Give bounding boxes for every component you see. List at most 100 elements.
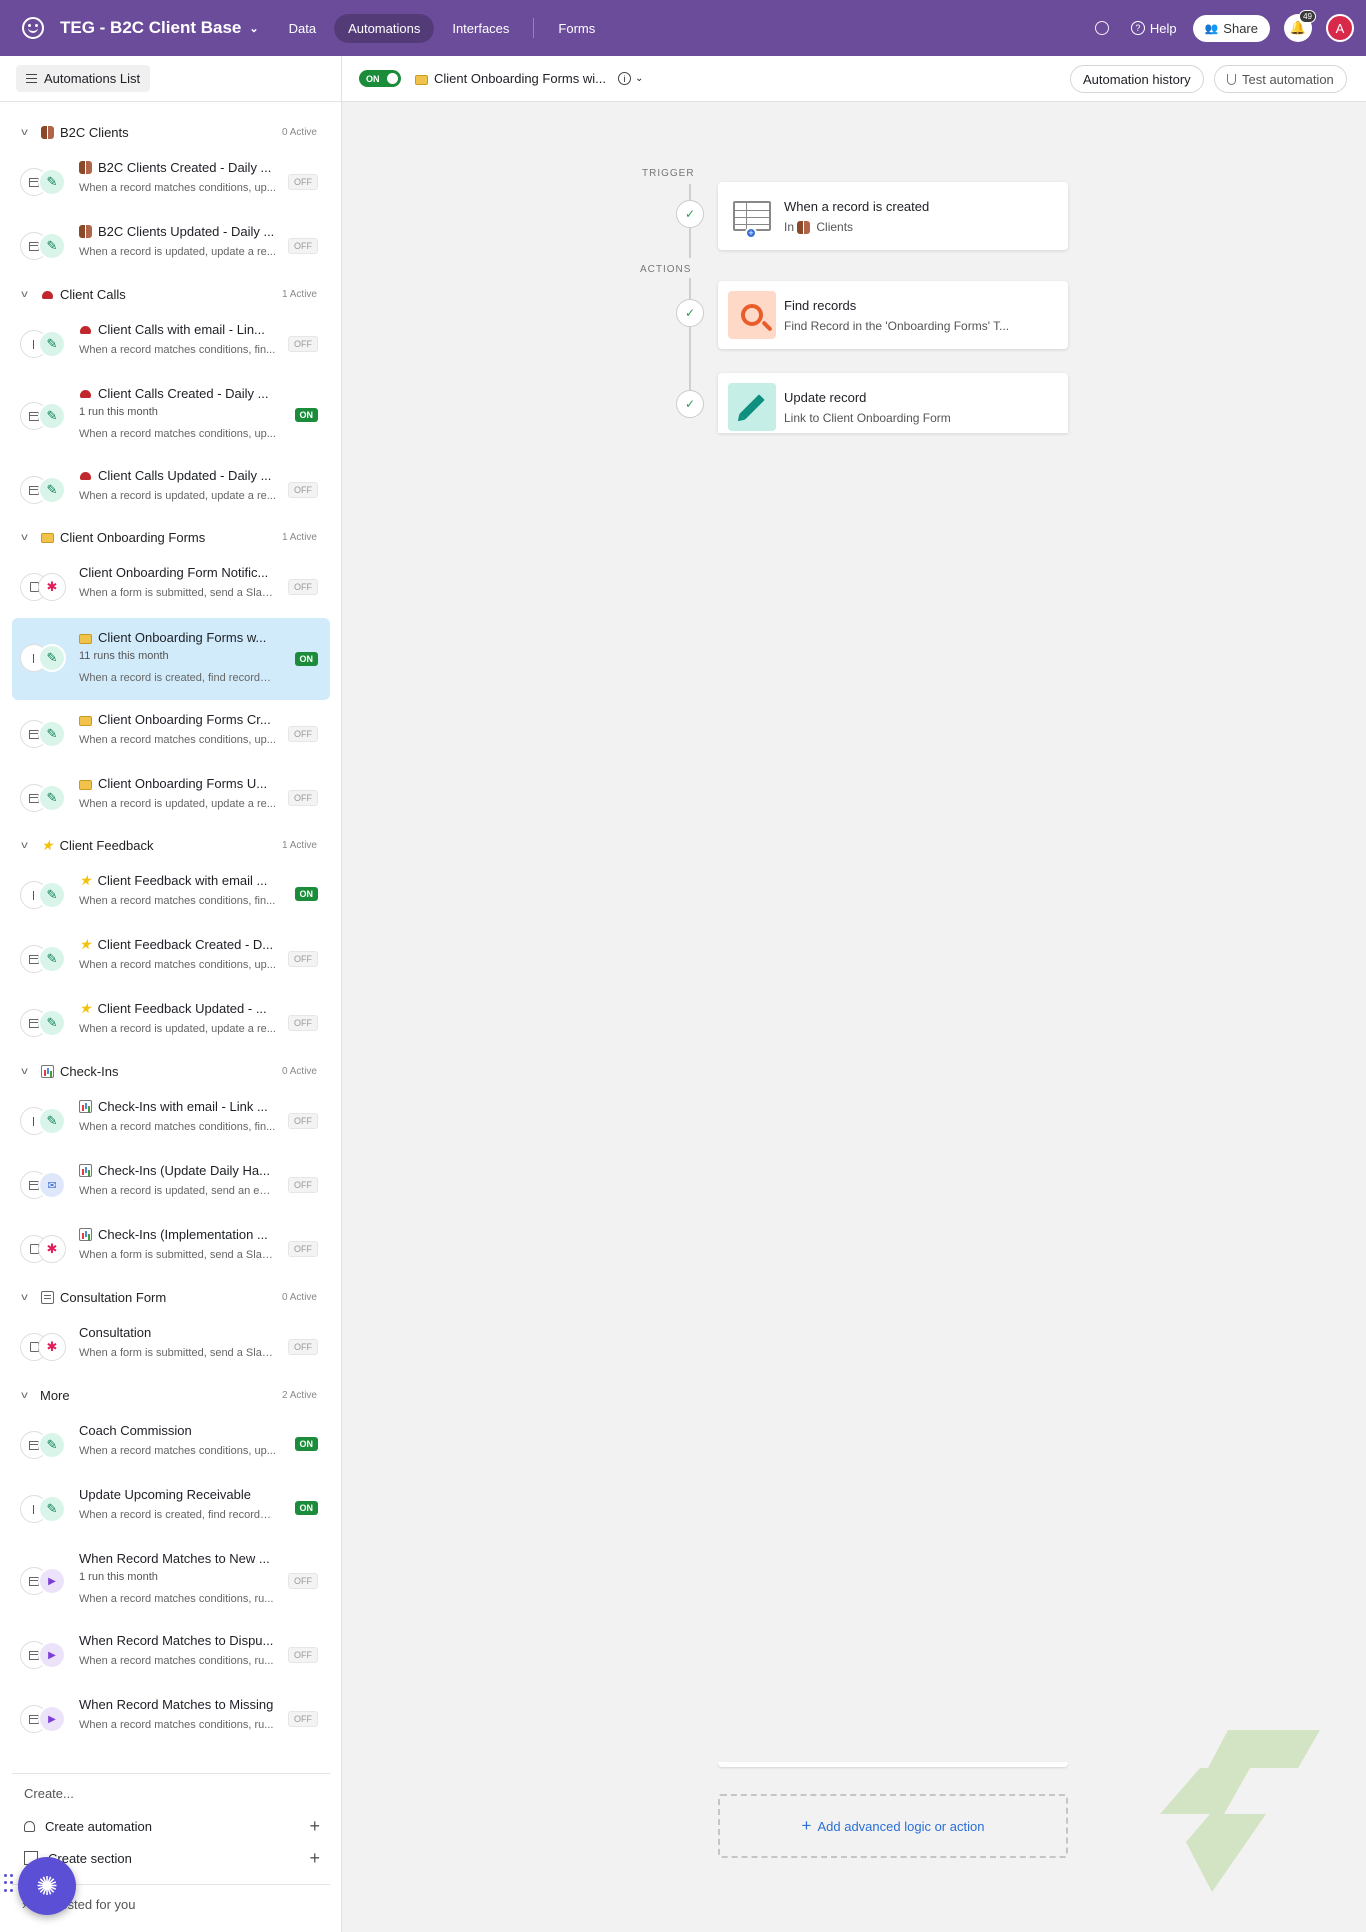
status-badge: OFF [288,1177,318,1193]
status-badge: OFF [288,790,318,806]
history-icon[interactable] [1094,21,1109,35]
action-card-update-record[interactable]: Update record Link to Client Onboarding … [718,373,1068,433]
drag-handle-icon[interactable] [4,1874,14,1894]
status-badge: OFF [288,1647,318,1663]
automation-item[interactable]: ✎ Update Upcoming Receivable When a reco… [12,1479,330,1539]
item-title-text: Check-Ins (Update Daily Ha... [98,1163,270,1178]
pencil-icon: ✎ [38,402,66,430]
item-description: When a record is updated, send an em... [79,1185,276,1197]
section-client-onboarding-forms[interactable]: v Client Onboarding Forms 1 Active [0,522,342,552]
star-emoji-icon: ★ [79,1001,92,1016]
section-check-ins[interactable]: v Check-Ins 0 Active [0,1056,342,1086]
automation-item[interactable]: ✎ ★ Client Feedback with email ... When a… [12,865,330,925]
automation-item[interactable]: ▶ When Record Matches to Dispu... When a… [12,1625,330,1685]
base-logo-icon[interactable] [22,17,44,39]
item-title: When Record Matches to Dispu... [79,1633,279,1648]
help-label: Help [1149,20,1177,36]
base-title[interactable]: TEG - B2C Client Base ⌄ [60,18,259,38]
automation-item[interactable]: ▶ When Record Matches to Missing When a … [12,1689,330,1749]
automation-item[interactable]: ✱ Consultation When a form is submitted,… [12,1317,330,1377]
item-title-text: Client Calls with email - Lin... [98,322,265,337]
item-description: When a form is submitted, send a Slac... [79,1347,276,1359]
pencil-icon: ✎ [38,476,66,504]
automation-name[interactable]: Client Onboarding Forms wi... i ⌄ [415,71,643,86]
item-description: When a record is updated, update a re... [79,798,276,810]
info-icon[interactable]: i [617,72,631,85]
automation-item[interactable]: ✎ Client Onboarding Forms Cr... When a r… [12,704,330,764]
item-title-text: Client Feedback Updated - ... [97,1001,267,1016]
automation-item[interactable]: ✎ Client Calls with email - Lin... When … [12,314,330,374]
star-emoji-icon: ★ [79,937,92,952]
section-b2c-clients[interactable]: v B2C Clients 0 Active [0,117,342,147]
automation-toggle[interactable]: ON [359,70,401,87]
star-emoji-icon: ★ [79,873,92,888]
add-advanced-logic-button[interactable]: + Add advanced logic or action [718,1794,1068,1858]
action-card-find-records[interactable]: Find records Find Record in the 'Onboard… [718,281,1068,349]
automation-item[interactable]: ✎ B2C Clients Updated - Daily ... When a… [12,216,330,276]
automation-item[interactable]: ✎ Client Onboarding Forms U... When a re… [12,768,330,828]
chevron-down-icon: ⌄ [249,22,259,35]
tab-data[interactable]: Data [275,14,330,43]
item-description: When a form is submitted, send a Slac... [79,587,276,599]
main-canvas: ON Client Onboarding Forms wi... i ⌄ Aut… [342,56,1366,1932]
item-description: When a record matches conditions, fin... [79,344,276,356]
automation-item[interactable]: ✎ ★ Client Feedback Created - D... When a… [12,929,330,989]
section-consultation-form[interactable]: v Consultation Form 0 Active [0,1282,342,1312]
menu-icon [26,74,37,83]
item-description: When a record is updated, update a re... [79,490,276,502]
status-badge: OFF [288,1339,318,1355]
memo-emoji-icon [41,1290,54,1304]
test-automation-button[interactable]: Test automation [1214,65,1347,93]
item-title: Client Calls with email - Lin... [79,322,279,337]
section-more[interactable]: v More 2 Active [0,1380,342,1410]
notifications-button[interactable]: 🔔 49 [1284,10,1316,42]
check-icon: ✓ [676,299,704,327]
automation-item[interactable]: ✉ Check-Ins (Update Daily Ha... When a r… [12,1155,330,1215]
trigger-card[interactable]: + When a record is created In Clients [718,182,1068,250]
automation-item[interactable]: ✎ Coach Commission When a record matches… [12,1415,330,1475]
automation-item[interactable]: ▶ When Record Matches to New ... 1 run t… [12,1543,330,1621]
section-title: More [40,1388,70,1403]
tab-automations[interactable]: Automations [334,13,435,43]
item-title-text: Client Feedback Created - D... [97,937,274,952]
automation-item[interactable]: ✎ ★ Client Feedback Updated - ... When a … [12,993,330,1053]
automations-list-button[interactable]: Automations List [16,65,151,92]
status-badge: OFF [288,726,318,742]
section-active-count: 2 Active [281,1389,317,1401]
play-icon: ▶ [38,1705,66,1733]
automation-item[interactable]: ✱ Check-Ins (Implementation ... When a f… [12,1219,330,1279]
tab-forms[interactable]: Forms [544,14,609,43]
create-label: Create... [24,1786,74,1801]
item-title-text: B2C Clients Updated - Daily ... [98,224,275,239]
section-client-calls[interactable]: v Client Calls 1 Active [0,279,342,309]
table-trigger-icon: + [728,192,776,240]
chevron-down-icon[interactable]: ⌄ [635,73,643,84]
item-title: Client Onboarding Form Notific... [79,565,279,580]
automation-item-selected[interactable]: ✎ Client Onboarding Forms w... 11 runs t… [12,618,330,700]
section-client-feedback[interactable]: v ★ Client Feedback 1 Active [0,830,342,860]
status-badge: ON [294,1437,318,1451]
automation-item[interactable]: ✎ Check-Ins with email - Link ... When a… [12,1091,330,1151]
avatar[interactable]: A [1326,14,1354,42]
automation-header: ON Client Onboarding Forms wi... i ⌄ Aut… [342,56,1366,102]
automation-item[interactable]: ✎ Client Calls Created - Daily ... 1 run… [12,378,330,456]
item-icons: ✎ [20,881,66,909]
create-automation-button[interactable]: Create automation + [24,1815,320,1837]
trigger-title: When a record is created [784,199,930,214]
automation-item[interactable]: ✎ Client Calls Updated - Daily ... When … [12,460,330,520]
status-badge: OFF [288,1015,318,1031]
chevron-down-icon: v [21,531,28,543]
phone-emoji-icon [79,469,92,482]
assistant-button[interactable]: ✺ [18,1857,76,1915]
section-title: Client Onboarding Forms [41,530,205,545]
automation-item[interactable]: ✎ B2C Clients Created - Daily ... When a… [12,152,330,212]
tab-interfaces[interactable]: Interfaces [438,14,523,43]
folder-emoji-icon [79,779,92,790]
item-title-text: Check-Ins (Implementation ... [98,1227,268,1242]
item-title: Client Onboarding Forms U... [79,776,279,791]
share-button[interactable]: 👥 Share [1192,14,1270,42]
help-button[interactable]: ? Help [1130,20,1177,36]
sidebar-divider [12,1773,330,1774]
automation-history-button[interactable]: Automation history [1070,65,1204,93]
automation-item[interactable]: ✱ Client Onboarding Form Notific... When… [12,557,330,617]
